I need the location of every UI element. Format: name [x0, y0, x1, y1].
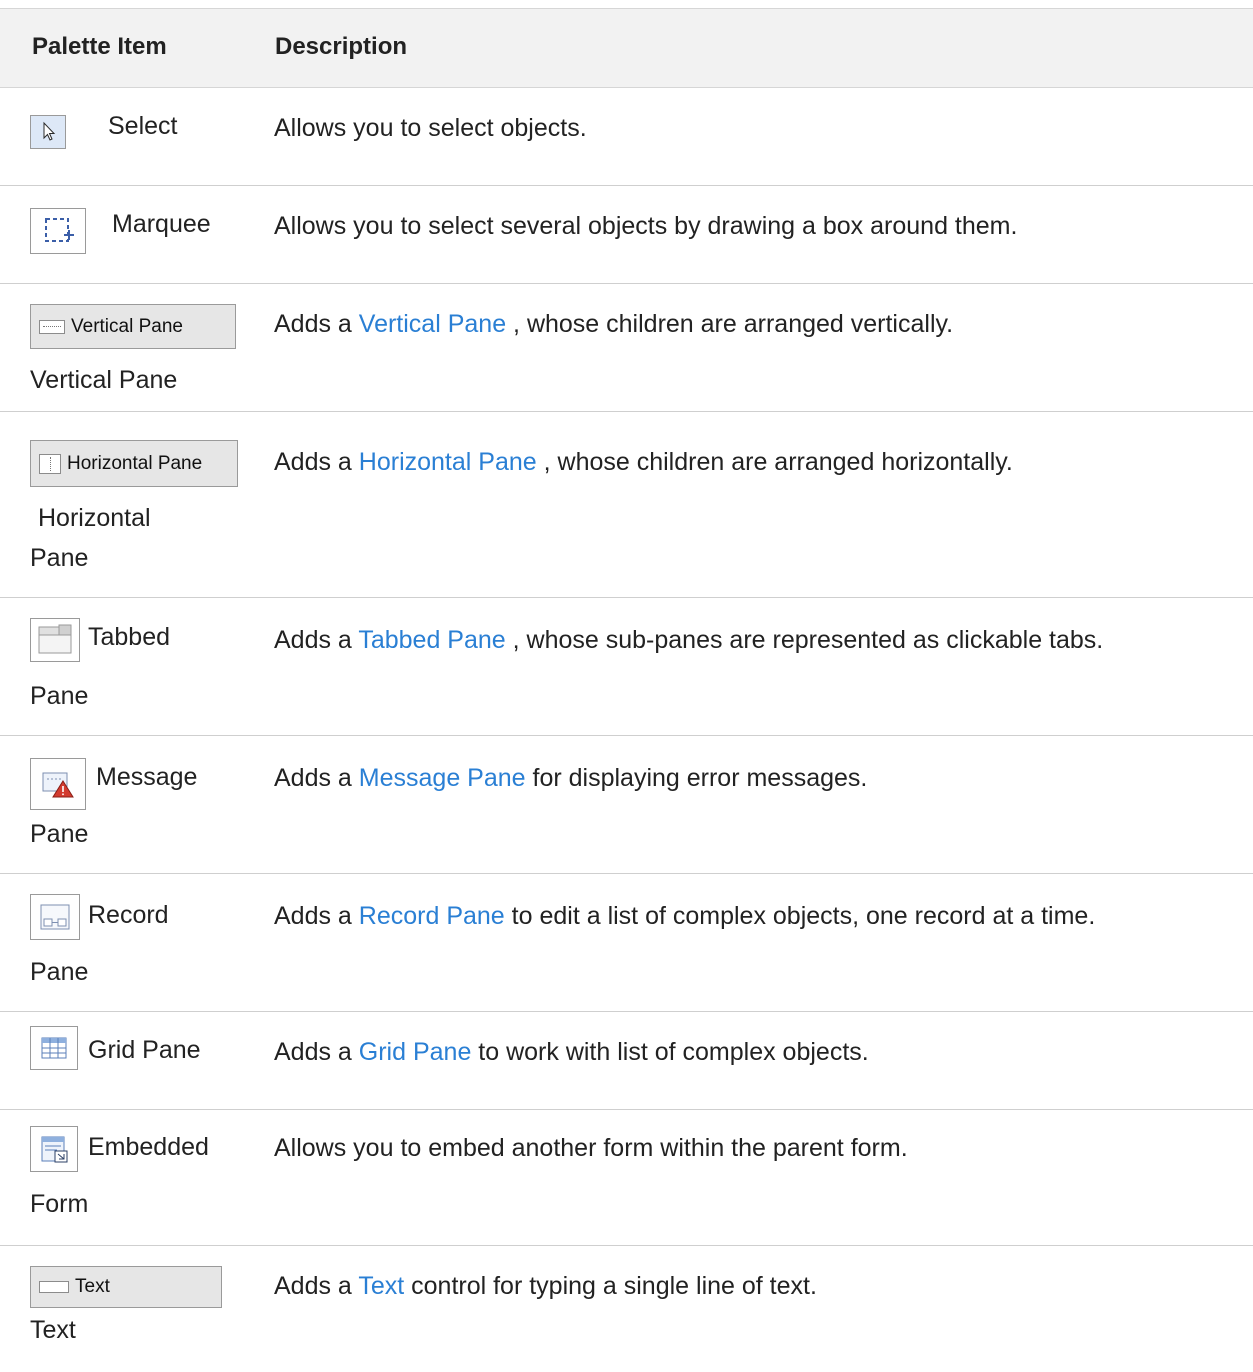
table-row: Tabbed Pane Adds a Tabbed Pane , whose s…	[0, 598, 1253, 736]
record-pane-icon	[30, 894, 80, 940]
description: Adds a Grid Pane to work with list of co…	[274, 1038, 869, 1066]
palette-item-label: Text	[30, 1316, 76, 1344]
description: Adds a Tabbed Pane , whose sub-panes are…	[274, 626, 1104, 654]
marquee-icon	[30, 208, 86, 254]
grid-pane-icon	[30, 1026, 78, 1070]
table-row: Select Allows you to select objects.	[0, 88, 1253, 186]
palette-item-label: Grid Pane	[88, 1036, 201, 1064]
select-icon	[30, 115, 66, 149]
palette-item-label: Pane	[30, 958, 89, 986]
description: Allows you to select objects.	[274, 114, 587, 142]
palette-item-label: Select	[108, 112, 178, 140]
description: Allows you to select several objects by …	[274, 212, 1018, 240]
palette-item-label: Horizontal	[38, 504, 151, 532]
grid-pane-link[interactable]: Grid Pane	[359, 1038, 472, 1066]
horizontal-pane-link[interactable]: Horizontal Pane	[359, 448, 537, 476]
table-row: Message Pane Adds a Message Pane for dis…	[0, 736, 1253, 874]
palette-item-label: Form	[30, 1190, 89, 1218]
record-pane-link[interactable]: Record Pane	[359, 902, 505, 930]
horizontal-pane-icon: Horizontal Pane	[30, 440, 238, 487]
text-control-icon: Text	[30, 1266, 222, 1308]
palette-item-label: Record	[88, 901, 169, 929]
palette-item-label: Marquee	[112, 210, 211, 238]
palette-item-label: Vertical Pane	[30, 366, 178, 394]
description: Adds a Record Pane to edit a list of com…	[274, 902, 1096, 930]
tabbed-pane-link[interactable]: Tabbed Pane	[358, 626, 505, 654]
description: Adds a Vertical Pane , whose children ar…	[274, 310, 954, 338]
palette-item-label: Tabbed	[88, 623, 171, 651]
table-row: Record Pane Adds a Record Pane to edit a…	[0, 874, 1253, 1012]
tabbed-pane-icon	[30, 618, 80, 662]
palette-item-label: Message	[96, 763, 198, 791]
palette-item-label: Pane	[30, 820, 89, 848]
table-row: Embedded Form Allows you to embed anothe…	[0, 1110, 1253, 1246]
embedded-form-icon	[30, 1126, 78, 1172]
table-row: Vertical Pane Vertical Pane Adds a Verti…	[0, 284, 1253, 412]
description: Adds a Message Pane for displaying error…	[274, 764, 868, 792]
table-row: Grid Pane Adds a Grid Pane to work with …	[0, 1012, 1253, 1110]
vertical-pane-icon: Vertical Pane	[30, 304, 236, 349]
header-palette-item: Palette Item	[32, 33, 167, 60]
text-link[interactable]: Text	[358, 1272, 404, 1300]
palette-table: Palette Item Description Select Allows y…	[0, 0, 1253, 1372]
description: Allows you to embed another form within …	[274, 1134, 908, 1162]
table-row: Marquee Allows you to select several obj…	[0, 186, 1253, 284]
message-pane-link[interactable]: Message Pane	[359, 764, 526, 792]
vertical-pane-link[interactable]: Vertical Pane	[359, 310, 506, 338]
description: Adds a Horizontal Pane , whose children …	[274, 448, 1013, 476]
table-row: Horizontal Pane Horizontal Pane Adds a H…	[0, 412, 1253, 598]
palette-item-label: Pane	[30, 544, 89, 572]
table-header: Palette Item Description	[0, 8, 1253, 88]
description: Adds a Text control for typing a single …	[274, 1272, 817, 1300]
header-description: Description	[275, 33, 408, 60]
palette-item-label: Pane	[30, 682, 89, 710]
message-pane-icon	[30, 758, 86, 810]
table-row: Text Text Adds a Text control for typing…	[0, 1246, 1253, 1372]
palette-item-label: Embedded	[88, 1133, 209, 1161]
